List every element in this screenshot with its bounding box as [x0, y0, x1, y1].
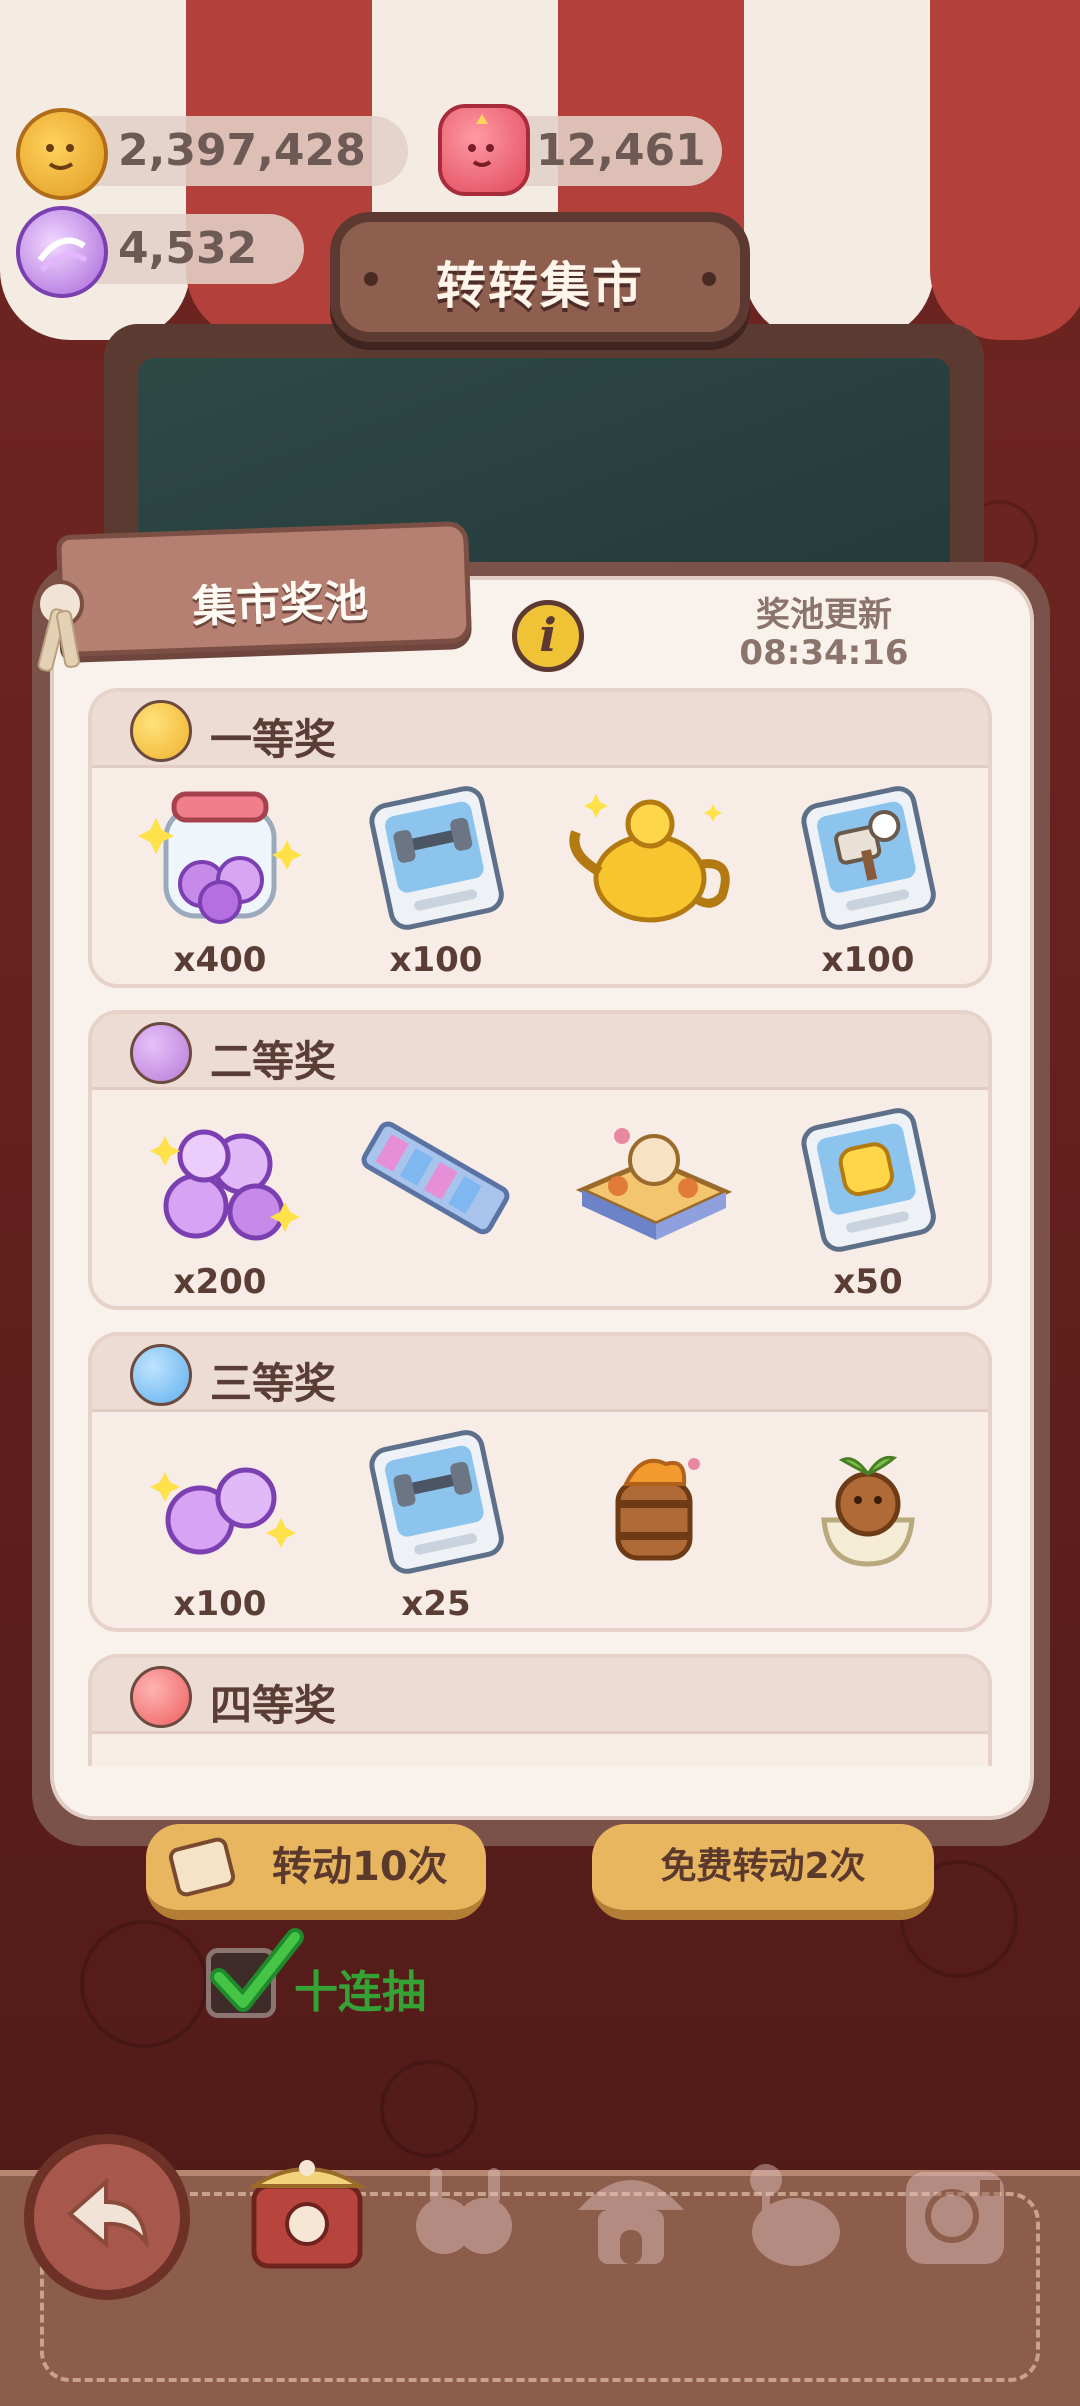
prize-item[interactable]: [562, 1102, 742, 1302]
barrel-icon: [615, 1458, 700, 1561]
prize-section-third: 三等奖 x100 x25: [88, 1332, 992, 1632]
recycle-machine-icon: [906, 2172, 1004, 2264]
refresh-time: 08:34:16: [739, 633, 909, 673]
candy-jar-icon: [138, 791, 302, 924]
pool-refresh-timer: 奖池更新 08:34:16: [724, 596, 924, 672]
spin-10-button[interactable]: 转动10次: [146, 1824, 486, 1920]
blue-orb-icon: [130, 1344, 192, 1406]
red-orb-icon: [130, 1666, 192, 1728]
prize-item[interactable]: x100: [130, 1424, 310, 1624]
dumbbell-card-icon: [369, 786, 504, 930]
prize-item[interactable]: [562, 780, 742, 980]
spin-10-label: 转动10次: [272, 1844, 448, 1890]
ticket-icon: [166, 1835, 238, 1899]
free-spin-label: 免费转动2次: [660, 1846, 866, 1887]
prize-qty: x400: [173, 940, 267, 980]
prize-qty: x200: [173, 1262, 267, 1302]
info-icon[interactable]: i: [512, 600, 584, 672]
back-button[interactable]: [24, 2134, 190, 2300]
purple-orb-icon: [130, 1022, 192, 1084]
candy-pile-icon: [150, 1129, 300, 1241]
prize-item[interactable]: x50: [778, 1102, 958, 1302]
purple-candy-icon: [16, 206, 108, 298]
prize-item[interactable]: x200: [130, 1102, 310, 1302]
prize-qty: x100: [173, 1584, 267, 1624]
ten-pull-checkbox[interactable]: [206, 1928, 304, 2018]
start-sign-icon: [361, 1121, 510, 1235]
back-arrow-icon: [66, 2177, 149, 2249]
prize-section-fourth: 四等奖: [88, 1654, 992, 1766]
prize-list[interactable]: 一等奖 x400 x100 x100 二等奖 x200 x50 三等奖 x100…: [88, 680, 992, 1766]
candy-bundle-icon: [150, 1467, 296, 1555]
prize-qty: x100: [389, 940, 483, 980]
prize-section-second: 二等奖 x200 x50: [88, 1010, 992, 1310]
prize-item[interactable]: x25: [346, 1424, 526, 1624]
prize-qty: x100: [821, 940, 915, 980]
bunny-friends-icon: [416, 2168, 512, 2254]
plant-bear-icon: [821, 1455, 915, 1567]
dumbbell-card-icon: [369, 1430, 504, 1574]
gold-orb-icon: [130, 700, 192, 762]
free-spin-button[interactable]: 免费转动2次: [592, 1824, 934, 1920]
cookie-coin-icon: [16, 108, 108, 200]
nav-tab-home[interactable]: [564, 2146, 698, 2280]
nav-tab-friends[interactable]: [396, 2146, 530, 2280]
section-title: 三等奖: [210, 1359, 337, 1408]
ten-pull-label[interactable]: 十连抽: [294, 1956, 426, 2020]
nav-tab-recycle[interactable]: [888, 2146, 1022, 2280]
title-sign: 转转集市: [330, 212, 750, 342]
prize-item[interactable]: x100: [778, 780, 958, 980]
prize-item[interactable]: [778, 1424, 958, 1624]
prize-item[interactable]: [562, 1424, 742, 1624]
teapot-chef-icon: [750, 2164, 840, 2266]
page-title: 转转集市: [436, 257, 644, 315]
prize-item[interactable]: x100: [346, 780, 526, 980]
mushroom-house-icon: [578, 2180, 684, 2264]
prize-section-first: 一等奖 x400 x100 x100: [88, 688, 992, 988]
prize-qty: x25: [401, 1584, 471, 1624]
refresh-label: 奖池更新: [756, 595, 892, 635]
nav-tab-kitchen[interactable]: [726, 2146, 860, 2280]
section-title: 二等奖: [210, 1037, 337, 1086]
market-stall-icon: [247, 2160, 367, 2269]
food-table-icon: [575, 1128, 733, 1240]
prize-qty: x50: [833, 1262, 903, 1302]
section-title: 四等奖: [210, 1681, 337, 1730]
nav-tab-market[interactable]: [240, 2146, 374, 2280]
prize-item[interactable]: [346, 1102, 526, 1302]
prize-item[interactable]: x400: [130, 780, 310, 980]
golden-teapot-icon: [569, 794, 730, 923]
section-title: 一等奖: [210, 715, 337, 764]
fist-card-icon: [801, 1108, 936, 1252]
chef-card-icon: [801, 786, 936, 930]
pink-candy-icon: [438, 104, 530, 196]
modal-title: 集市奖池: [191, 575, 369, 634]
check-icon: [210, 1928, 304, 2012]
